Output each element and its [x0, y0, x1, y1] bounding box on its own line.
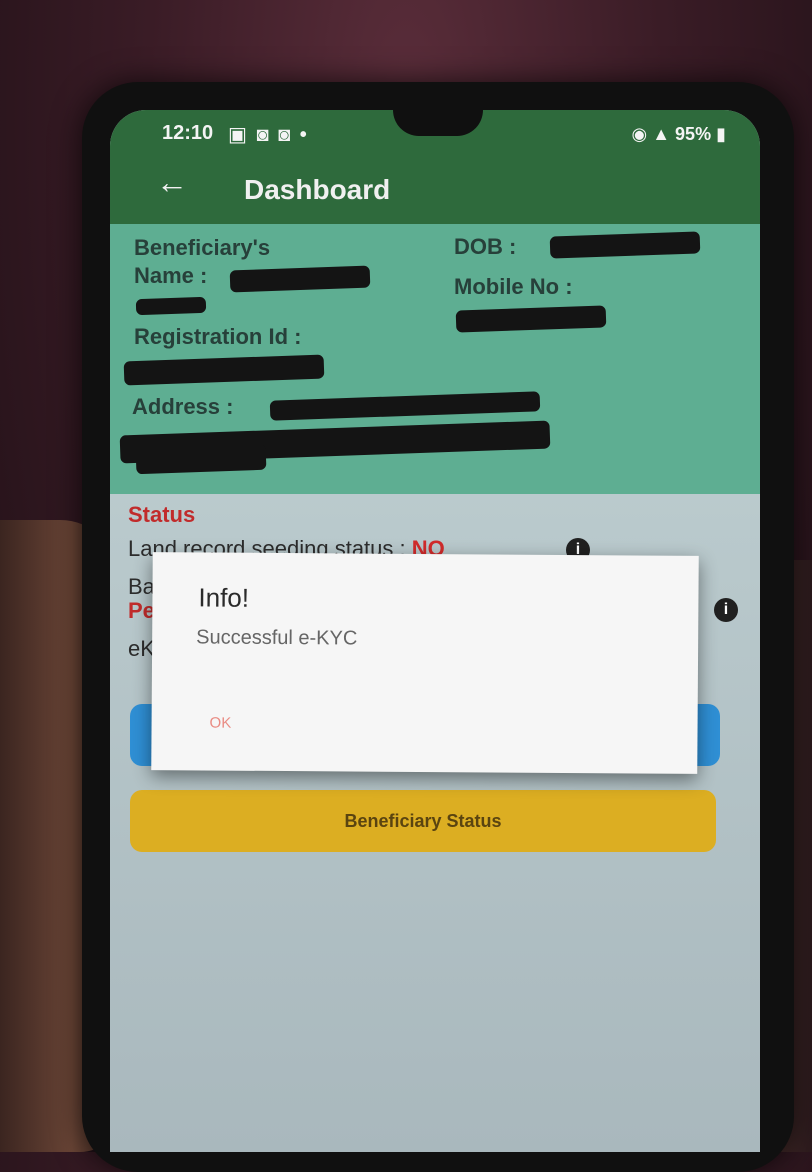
battery-icon: ▮: [716, 124, 726, 144]
address-redaction-3: [135, 443, 267, 475]
dialog-message: Successful e-KYC: [196, 626, 358, 650]
name-redaction-2: [135, 296, 207, 316]
info-icon-2[interactable]: i: [714, 598, 738, 622]
info-dialog: Info! Successful e-KYC OK: [151, 552, 699, 774]
address-redaction: [269, 391, 541, 421]
beneficiary-status-button[interactable]: Beneficiary Status: [130, 790, 716, 852]
dob-redaction: [549, 231, 701, 259]
page-title: Dashboard: [244, 174, 391, 205]
registration-redaction: [123, 354, 325, 386]
battery-indicator: ◉ ▲ 95% ▮: [631, 124, 726, 145]
mobile-redaction: [455, 305, 607, 333]
dialog-title: Info!: [198, 582, 250, 613]
battery-percent: 95%: [675, 124, 712, 144]
signal-icon: ▲: [652, 124, 671, 144]
back-arrow-icon[interactable]: ←: [156, 164, 188, 201]
camera-notch: [393, 110, 483, 136]
app-bar: ← Dashboard: [110, 154, 760, 224]
wifi-icon: ◉: [631, 124, 648, 144]
registration-label: Registration Id :: [134, 324, 302, 349]
status-title: Status: [128, 502, 196, 527]
ekyc-status-fragment: eK: [128, 636, 155, 661]
status-time: 12:10: [162, 122, 214, 144]
mobile-label: Mobile No :: [454, 274, 573, 299]
notification-icons: ▣ ◙ ◙ •: [228, 124, 309, 146]
pending-status-fragment: Pe: [128, 598, 155, 623]
dialog-ok-button[interactable]: OK: [210, 714, 232, 731]
dob-label: DOB :: [454, 234, 517, 259]
bank-status-fragment: Ba: [128, 574, 155, 599]
beneficiary-info-card: Beneficiary's Name : DOB : Mobile No : R…: [110, 224, 760, 494]
address-label: Address :: [132, 394, 234, 419]
name-redaction: [229, 265, 371, 293]
